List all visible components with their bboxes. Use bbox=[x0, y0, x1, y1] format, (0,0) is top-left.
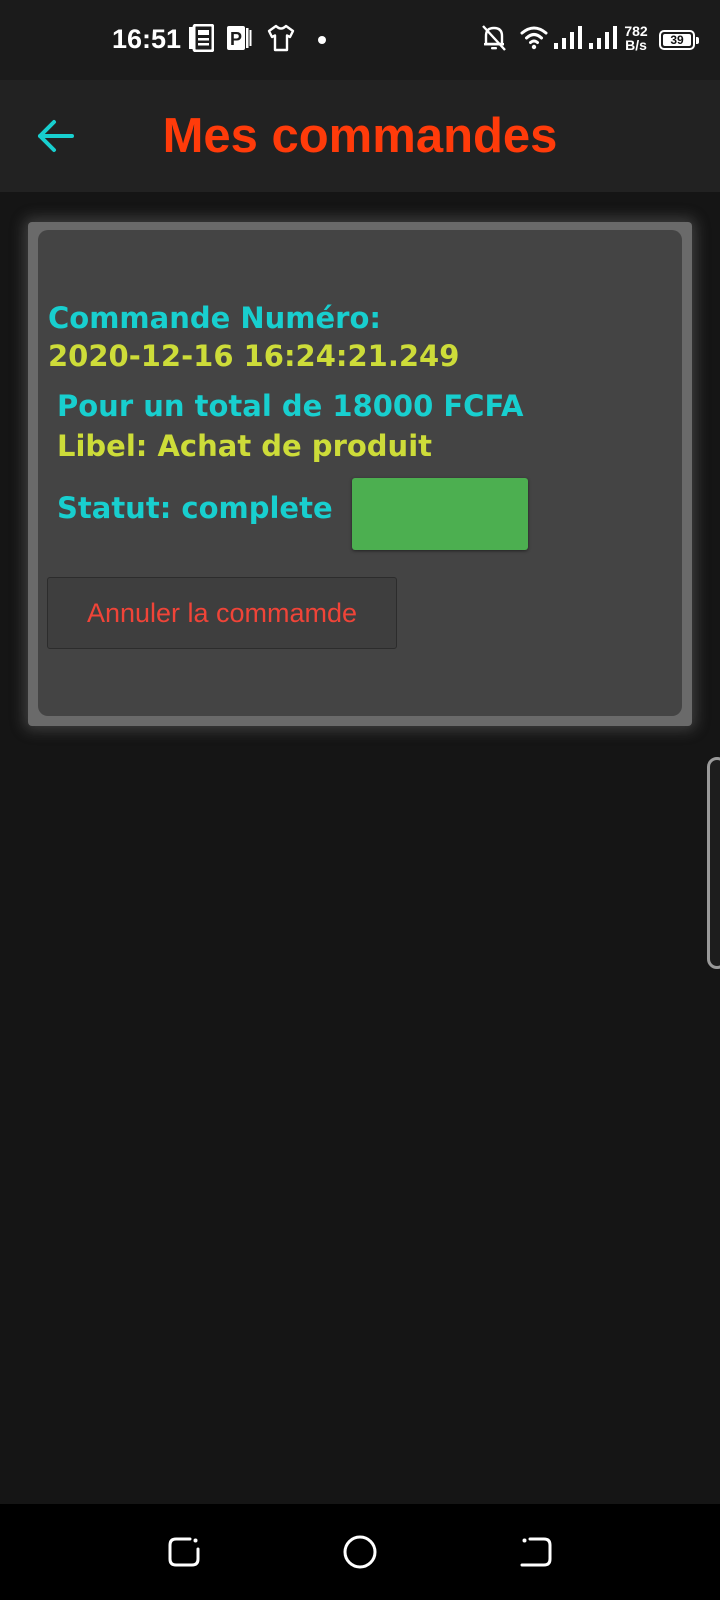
order-card: Commande Numéro: 2020-12-16 16:24:21.249… bbox=[38, 230, 682, 716]
app-bar: Mes commandes bbox=[0, 80, 720, 192]
back-gesture-icon bbox=[520, 1537, 552, 1567]
order-number-value: 2020-12-16 16:24:21.249 bbox=[48, 339, 460, 373]
battery-icon: 39 bbox=[659, 30, 699, 50]
order-total: Pour un total de 18000 FCFA bbox=[57, 389, 524, 423]
status-color-indicator bbox=[352, 478, 528, 550]
order-label: Libel: Achat de produit bbox=[57, 429, 433, 463]
wifi-icon bbox=[520, 24, 548, 55]
page-title: Mes commandes bbox=[162, 109, 558, 163]
recent-apps-button[interactable] bbox=[164, 1532, 204, 1572]
navigation-bar bbox=[0, 1504, 720, 1600]
status-bar: 16:51 P 782 B/s 39 bbox=[0, 0, 720, 80]
order-number-label: Commande Numéro: bbox=[48, 301, 382, 335]
back-nav-button[interactable] bbox=[516, 1532, 556, 1572]
news-icon bbox=[188, 23, 215, 57]
tshirt-icon bbox=[266, 24, 296, 57]
cancel-order-button[interactable]: Annuler la commamde bbox=[47, 577, 397, 649]
home-icon bbox=[343, 1535, 377, 1569]
notification-dot bbox=[318, 36, 326, 44]
bell-off-icon bbox=[481, 24, 507, 57]
recent-apps-icon bbox=[168, 1537, 200, 1567]
order-card-frame: Commande Numéro: 2020-12-16 16:24:21.249… bbox=[28, 222, 692, 726]
signal-icon bbox=[553, 24, 583, 55]
net-speed: 782 B/s bbox=[621, 24, 651, 52]
status-time: 16:51 bbox=[112, 24, 182, 54]
edge-panel-handle[interactable] bbox=[707, 757, 720, 969]
battery-tip bbox=[696, 37, 699, 44]
signal-icon bbox=[588, 24, 618, 55]
battery-level: 39 bbox=[663, 34, 691, 46]
home-button[interactable] bbox=[340, 1532, 380, 1572]
parking-app-icon: P bbox=[226, 24, 252, 57]
order-status: Statut: complete bbox=[57, 491, 333, 525]
net-speed-unit: B/s bbox=[625, 37, 647, 53]
svg-text:P: P bbox=[230, 29, 242, 49]
